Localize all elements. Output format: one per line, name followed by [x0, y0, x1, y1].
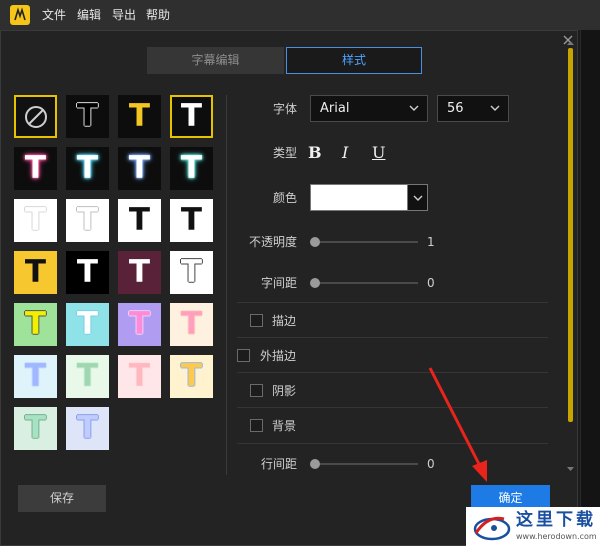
screen: 文件 编辑 导出 帮助 字幕编辑 样式 TTTTTTTTTTTTTTTTTTTT…	[0, 0, 600, 546]
watermark-text: 这里下载	[516, 510, 596, 530]
watermark-url: www.herodown.com	[516, 532, 597, 541]
watermark-logo-icon	[473, 516, 511, 541]
watermark: 这里下载 www.herodown.com	[466, 507, 600, 546]
annotation-arrow-icon	[428, 367, 487, 482]
